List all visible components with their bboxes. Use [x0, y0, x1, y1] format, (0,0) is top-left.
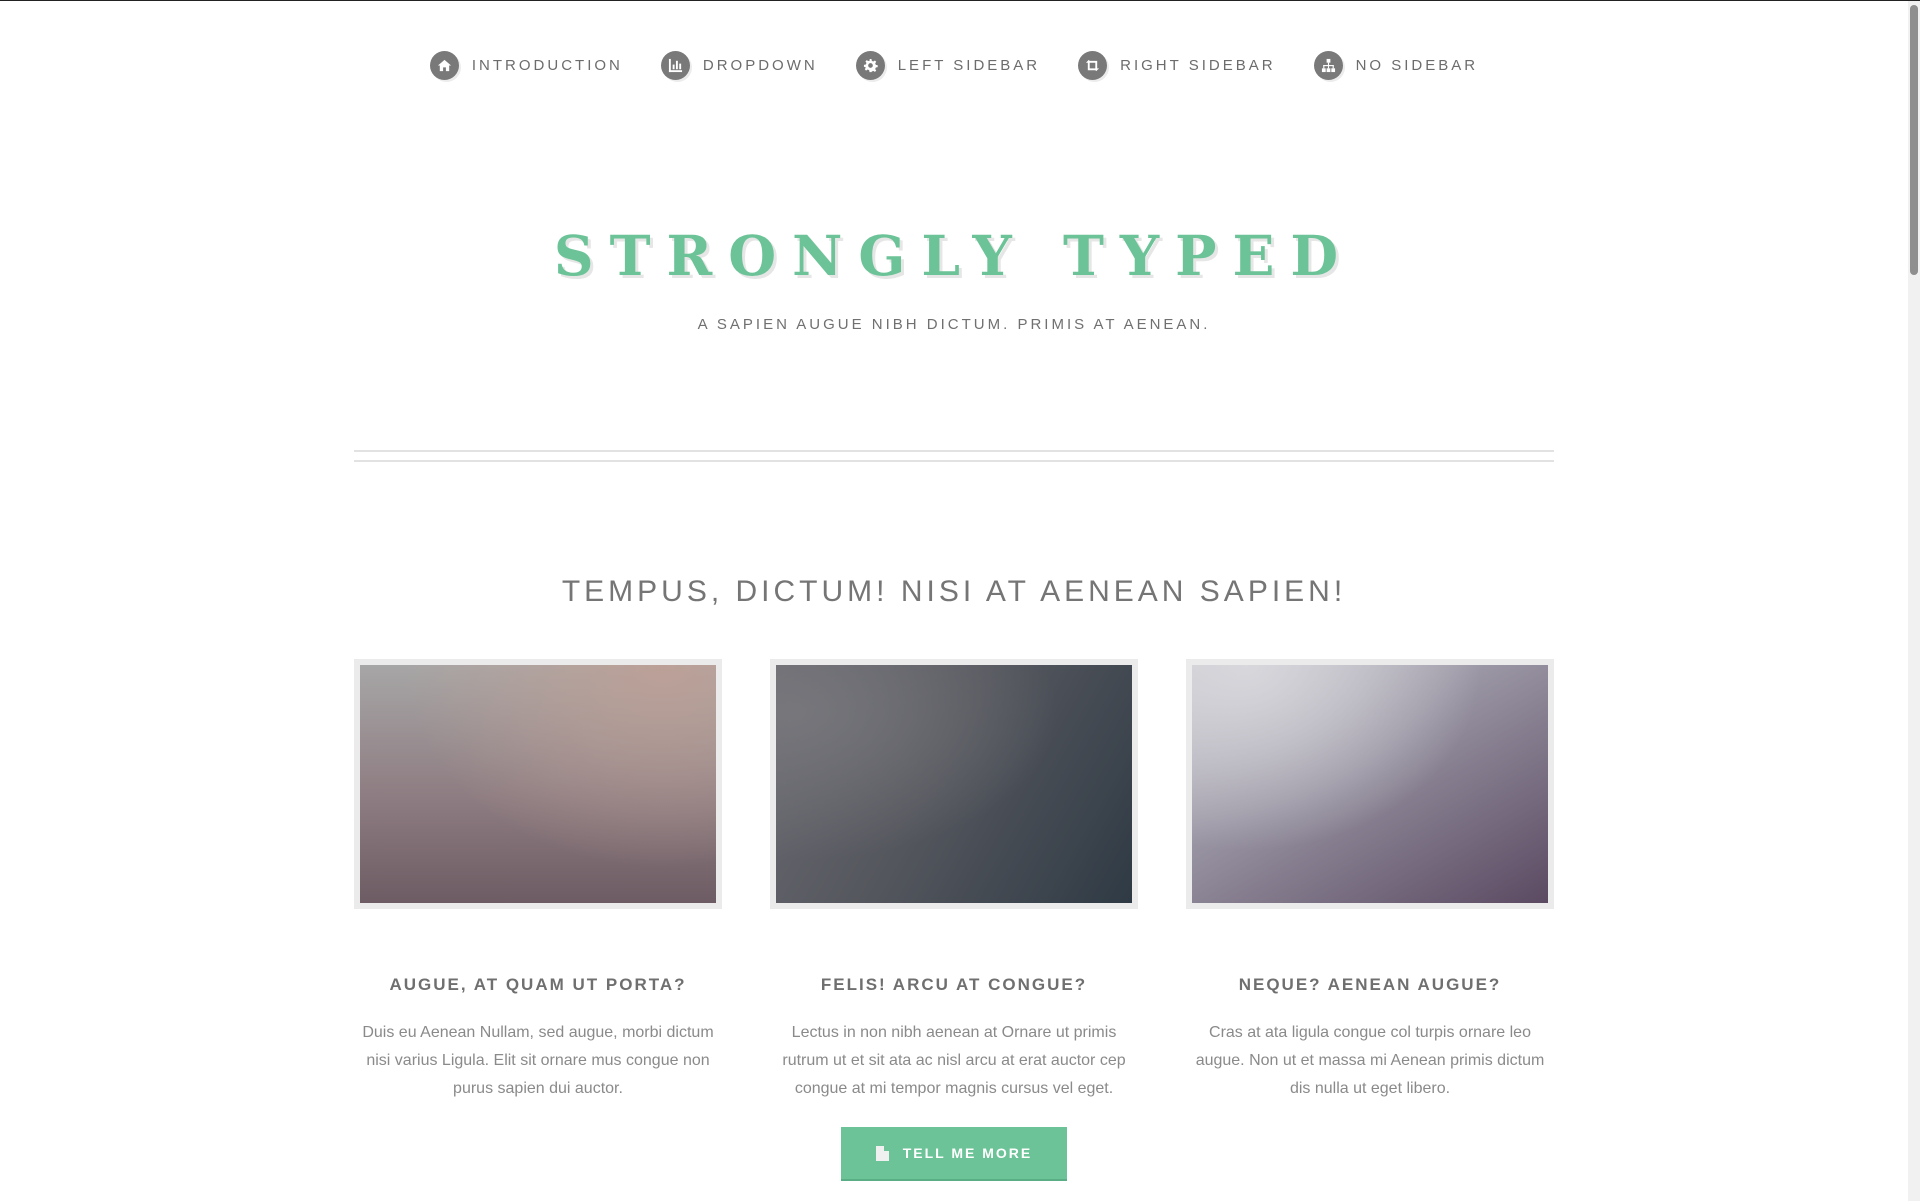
feature-image[interactable] [1186, 659, 1554, 909]
nav-item-left-sidebar[interactable]: Left Sidebar [855, 51, 1041, 80]
feature-card: FELIS! ARCU AT CONGUE? Lectus in non nib… [770, 659, 1138, 1103]
feature-card: AUGUE, AT QUAM UT PORTA? Duis eu Aenean … [354, 659, 722, 1103]
feature-text: Duis eu Aenean Nullam, sed augue, morbi … [362, 1024, 714, 1097]
section-heading: TEMPUS, DICTUM! NISI AT AENEAN SAPIEN! [561, 575, 1347, 608]
main-nav: Introduction Dropdown Left Sidebar Right… [0, 51, 1908, 80]
gear-icon [855, 51, 885, 80]
feature-title: NEQUE? AENEAN AUGUE? [1238, 975, 1502, 994]
button-label: TELL ME MORE [902, 1145, 1033, 1161]
divider [354, 460, 1554, 462]
site-title[interactable]: STRONGLY TYPED [0, 223, 1908, 288]
bar-chart-icon [660, 51, 690, 80]
divider [354, 450, 1554, 452]
nav-label: Left Sidebar [897, 57, 1041, 74]
feature-title: FELIS! ARCU AT CONGUE? [820, 975, 1088, 994]
vertical-scrollbar[interactable] [1908, 1, 1920, 1201]
scrollbar-thumb[interactable] [1910, 5, 1918, 275]
feature-text: Cras at ata ligula congue col turpis orn… [1195, 1024, 1545, 1097]
feature-title: AUGUE, AT QUAM UT PORTA? [389, 975, 687, 994]
nav-item-right-sidebar[interactable]: Right Sidebar [1078, 51, 1275, 80]
retweet-icon [1078, 51, 1108, 80]
tell-me-more-button[interactable]: TELL ME MORE [841, 1127, 1067, 1181]
nav-item-introduction[interactable]: Introduction [429, 51, 623, 80]
nav-item-no-sidebar[interactable]: No Sidebar [1313, 51, 1479, 80]
feature-text: Lectus in non nibh aenean at Ornare ut p… [782, 1024, 1126, 1097]
feature-card: NEQUE? AENEAN AUGUE? Cras at ata ligula … [1186, 659, 1554, 1103]
home-icon [429, 51, 459, 80]
feature-image[interactable] [354, 659, 722, 909]
page: Introduction Dropdown Left Sidebar Right… [0, 1, 1908, 1201]
document-icon [875, 1145, 889, 1161]
nav-label: Right Sidebar [1120, 57, 1276, 74]
feature-image[interactable] [770, 659, 1138, 909]
nav-label: Dropdown [702, 57, 818, 74]
sitemap-icon [1313, 51, 1343, 80]
tagline: A SAPIEN AUGUE NIBH DICTUM. PRIMIS AT AE… [697, 316, 1211, 333]
nav-label: No Sidebar [1355, 57, 1479, 74]
nav-item-dropdown[interactable]: Dropdown [660, 51, 818, 80]
nav-label: Introduction [471, 57, 623, 74]
